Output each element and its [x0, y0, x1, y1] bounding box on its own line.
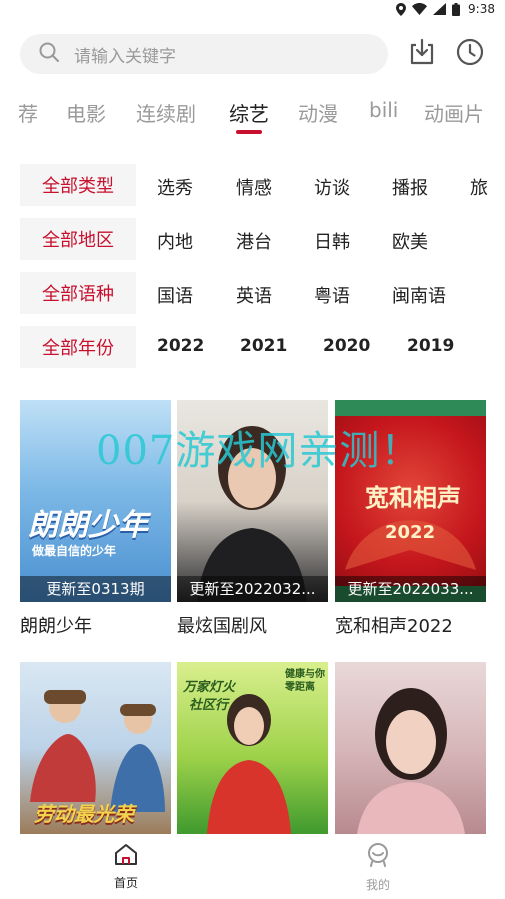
tab-movie[interactable]: 电影 [66, 98, 106, 127]
poster-year-text: 2022 [385, 522, 436, 543]
poster-subtitle-text: 做最自信的少年 [32, 544, 117, 558]
nav-label-home: 首页 [113, 876, 138, 890]
video-title: 最炫国剧风 [177, 616, 267, 637]
filter-option[interactable]: 闽南语 [392, 282, 446, 308]
battery-icon [452, 2, 461, 16]
video-title: 朗朗少年 [20, 616, 92, 637]
filter-option[interactable]: 2019 [407, 336, 454, 356]
download-button[interactable] [406, 38, 438, 70]
video-poster: 劳动最光荣 [20, 662, 171, 834]
tab-bili[interactable]: bili [369, 98, 398, 122]
filter-row-language: 全部语种 国语 英语 粤语 闽南语 [0, 272, 505, 314]
filter-option[interactable]: 英语 [236, 282, 272, 308]
video-poster [335, 662, 486, 834]
filter-option[interactable]: 粤语 [314, 282, 350, 308]
filter-option[interactable]: 访谈 [314, 174, 350, 200]
status-bar: 9:38 [0, 0, 505, 22]
filter-option[interactable]: 播报 [392, 174, 428, 200]
filter-row-region: 全部地区 内地 港台 日韩 欧美 [0, 218, 505, 260]
tab-anime[interactable]: 动漫 [298, 98, 338, 127]
search-placeholder: 请输入关键字 [74, 46, 176, 67]
filter-option[interactable]: 2021 [240, 336, 287, 356]
filter-label-year[interactable]: 全部年份 [20, 326, 136, 368]
filter-option[interactable]: 港台 [236, 228, 272, 254]
nav-label-profile: 我的 [365, 878, 390, 892]
episode-badge: 更新至2022032... [177, 576, 328, 602]
filter-option[interactable]: 情感 [236, 174, 272, 200]
location-icon [396, 2, 407, 16]
tab-cartoon[interactable]: 动画片 [424, 98, 484, 127]
app-screen: 9:38 请输入关键字 荐 电影 连续剧 综艺 动漫 bili 动画片 全部类型… [0, 0, 505, 899]
tab-variety[interactable]: 综艺 [229, 98, 269, 127]
poster-title-text: 劳动最光荣 [34, 802, 134, 826]
category-tabs: 荐 电影 连续剧 综艺 动漫 bili 动画片 [0, 92, 505, 136]
poster-title-text: 朗朗少年 [28, 508, 148, 543]
episode-badge: 更新至2022033... [335, 576, 486, 602]
download-icon [407, 37, 437, 71]
video-poster: 万家灯火 社区行 健康与你零距离 [177, 662, 328, 834]
profile-icon [365, 842, 391, 872]
poster-slogan-text: 健康与你零距离 [285, 669, 325, 693]
filter-option[interactable]: 国语 [157, 282, 193, 308]
tab-recommend[interactable]: 荐 [18, 98, 38, 127]
poster-title-text: 万家灯火 [183, 680, 236, 695]
history-clock-icon [455, 37, 485, 71]
filter-label-type[interactable]: 全部类型 [20, 164, 136, 206]
tab-series[interactable]: 连续剧 [136, 98, 196, 127]
signal-icon [433, 3, 447, 15]
poster-title-text: 宽和相声 [365, 484, 461, 512]
filter-option[interactable]: 选秀 [157, 174, 193, 200]
filter-option[interactable]: 旅 [470, 174, 488, 200]
status-time: 9:38 [468, 2, 495, 16]
history-button[interactable] [454, 38, 486, 70]
filter-option[interactable]: 2020 [323, 336, 370, 356]
filter-option[interactable]: 欧美 [392, 228, 428, 254]
wifi-icon [412, 3, 428, 15]
filter-option[interactable]: 内地 [157, 228, 193, 254]
poster-portrait [357, 688, 465, 834]
bottom-nav: 首页 我的 [0, 834, 505, 899]
filter-option[interactable]: 日韩 [314, 228, 350, 254]
video-card[interactable]: 万家灯火 社区行 健康与你零距离 [177, 662, 328, 834]
filter-label-region[interactable]: 全部地区 [20, 218, 136, 260]
nav-item-profile[interactable]: 我的 [338, 842, 418, 893]
home-icon [113, 842, 139, 870]
video-title: 宽和相声2022 [335, 616, 453, 637]
active-tab-indicator [236, 130, 262, 134]
episode-badge: 更新至0313期 [20, 576, 171, 602]
filter-option[interactable]: 2022 [157, 336, 204, 356]
filter-row-year: 全部年份 2022 2021 2020 2019 [0, 326, 505, 368]
nav-item-home[interactable]: 首页 [86, 842, 166, 891]
watermark-text: 007游戏网亲测！ [96, 428, 422, 474]
video-card[interactable]: 劳动最光荣 [20, 662, 171, 834]
filter-label-language[interactable]: 全部语种 [20, 272, 136, 314]
search-icon [38, 41, 60, 67]
filter-row-type: 全部类型 选秀 情感 访谈 播报 旅 [0, 164, 505, 206]
poster-subtitle-text: 社区行 [189, 698, 229, 713]
video-card[interactable] [335, 662, 486, 834]
search-input[interactable]: 请输入关键字 [20, 34, 388, 74]
